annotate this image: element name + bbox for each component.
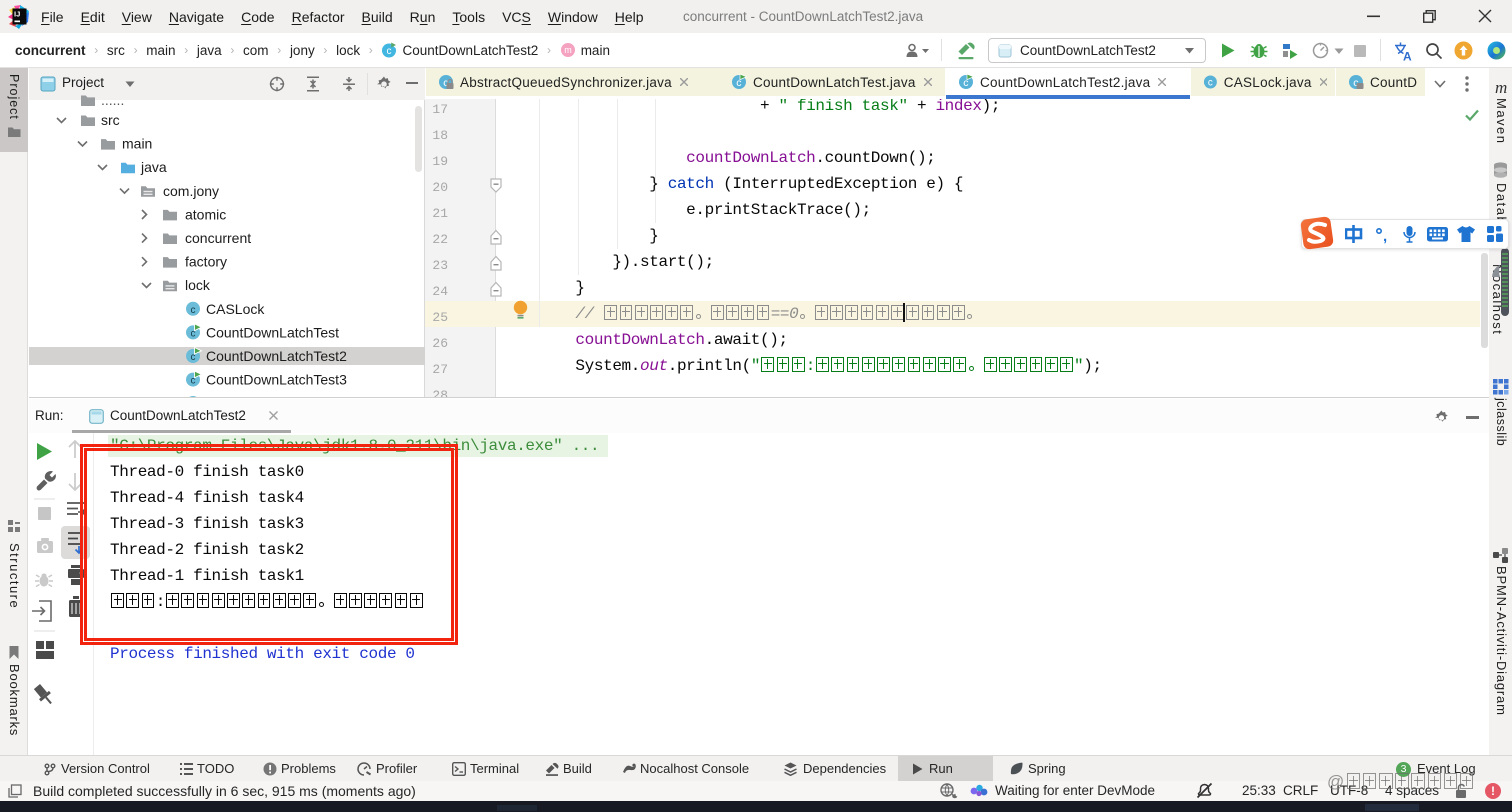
svg-text:m: m	[564, 45, 572, 55]
svg-text:atomic: atomic	[185, 206, 226, 222]
svg-text:CountDownLatchTest: CountDownLatchTest	[206, 324, 339, 340]
svg-text:CASLock: CASLock	[206, 301, 265, 317]
svg-text:lock: lock	[185, 277, 211, 293]
svg-text:concurrent: concurrent	[185, 230, 251, 246]
svg-text:CountDownLatchTest2: CountDownLatchTest2	[206, 348, 347, 364]
svg-text:A: A	[1403, 50, 1412, 62]
svg-text:......: ......	[101, 92, 124, 108]
svg-text:factory: factory	[185, 254, 227, 270]
svg-text:,: ,	[1383, 228, 1387, 244]
svg-text:java: java	[140, 159, 167, 175]
svg-text:CountDownLatchTest3: CountDownLatchTest3	[206, 372, 347, 388]
svg-text:com.jony: com.jony	[163, 183, 219, 199]
svg-text:src: src	[101, 112, 120, 128]
svg-text:main: main	[122, 136, 152, 152]
svg-text:IJ: IJ	[14, 10, 20, 19]
svg-text:c: c	[387, 46, 392, 57]
